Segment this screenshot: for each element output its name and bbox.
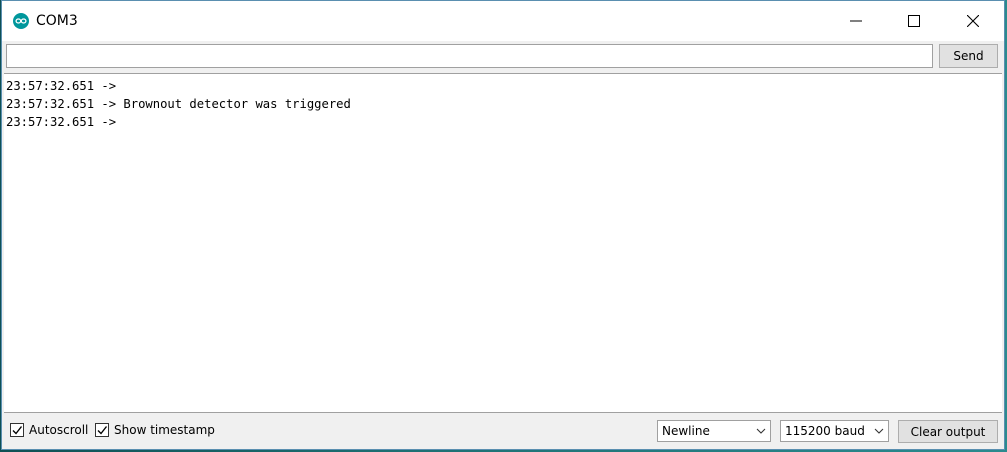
- clear-output-button[interactable]: Clear output: [898, 420, 998, 443]
- baud-rate-value: 115200 baud: [785, 424, 865, 438]
- line-ending-value: Newline: [662, 424, 710, 438]
- serial-send-input[interactable]: [6, 44, 933, 68]
- autoscroll-label[interactable]: Autoscroll: [29, 422, 88, 438]
- maximize-icon: [908, 15, 920, 27]
- autoscroll-checkbox[interactable]: [10, 423, 24, 437]
- minimize-button[interactable]: [827, 1, 885, 41]
- show-timestamp-checkbox[interactable]: [95, 423, 109, 437]
- baud-rate-select[interactable]: 115200 baud: [780, 420, 889, 442]
- send-button[interactable]: Send: [939, 44, 998, 68]
- checkmark-icon: [97, 426, 108, 435]
- arduino-infinity-icon: [13, 13, 29, 29]
- bottom-toolbar: Autoscroll Show timestamp Newline 115200…: [2, 413, 1004, 449]
- serial-output[interactable]: 23:57:32.651 -> 23:57:32.651 -> Brownout…: [4, 73, 1002, 413]
- output-line: 23:57:32.651 ->: [6, 115, 124, 129]
- serial-monitor-window: COM3 Send 23:57:32.651 -> 23:57:32.651 -…: [1, 0, 1005, 450]
- maximize-button[interactable]: [885, 1, 943, 41]
- chevron-down-icon: [874, 428, 884, 434]
- chevron-down-icon: [756, 428, 766, 434]
- title-bar[interactable]: COM3: [2, 1, 1004, 41]
- output-line: 23:57:32.651 ->: [6, 79, 124, 93]
- window-title: COM3: [36, 13, 78, 29]
- minimize-icon: [850, 20, 862, 22]
- send-row: Send: [2, 41, 1004, 73]
- close-button[interactable]: [944, 1, 1002, 41]
- checkmark-icon: [12, 426, 23, 435]
- output-line: 23:57:32.651 -> Brownout detector was tr…: [6, 97, 351, 111]
- close-icon: [967, 15, 979, 27]
- line-ending-select[interactable]: Newline: [657, 420, 771, 442]
- show-timestamp-label[interactable]: Show timestamp: [114, 422, 215, 438]
